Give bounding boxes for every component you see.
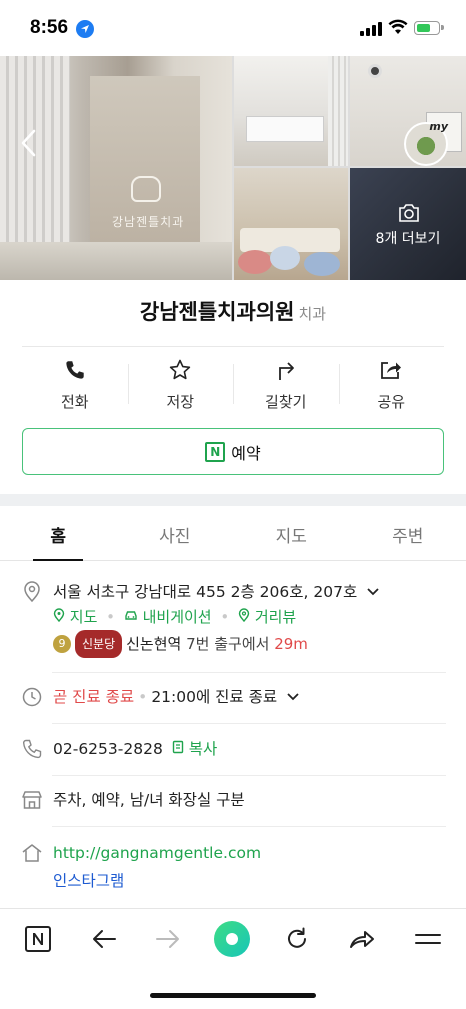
location-pin-icon: [24, 581, 40, 603]
navigation-link[interactable]: 내비게이션: [119, 608, 216, 626]
streetview-link[interactable]: 거리뷰: [233, 608, 296, 626]
instagram-link[interactable]: 인스타그램: [53, 869, 446, 893]
wifi-icon: [388, 19, 408, 34]
station-name: 신논현역: [126, 635, 182, 653]
store-icon: [22, 791, 42, 809]
hours-status: 곧 진료 종료: [53, 688, 135, 706]
tab-nearby[interactable]: 주변: [350, 506, 466, 560]
naver-reservation-icon: N: [205, 441, 226, 462]
more-photos-label: 8개 더보기: [375, 231, 441, 247]
menu-button[interactable]: [412, 923, 444, 955]
arrow-right-icon: [156, 930, 179, 948]
streetview-icon: [238, 608, 250, 623]
battery-icon: [414, 21, 444, 35]
navigation-link-label: 내비게이션: [142, 608, 212, 626]
divider: [52, 723, 446, 724]
cellular-signal-icon: [360, 22, 382, 36]
place-category: 치과: [298, 305, 327, 323]
back-chevron-icon[interactable]: [18, 128, 40, 158]
status-bar: 8:56: [0, 0, 466, 56]
forward-button[interactable]: [152, 923, 184, 955]
copy-icon: [172, 740, 183, 754]
tab-bar: 홈 사진 지도 주변: [0, 506, 466, 561]
divider: [22, 346, 444, 347]
my-profile-avatar[interactable]: my: [404, 120, 448, 166]
call-label: 전화: [60, 393, 89, 411]
naver-n-icon: [25, 926, 51, 952]
my-badge: my: [429, 120, 448, 133]
photo-gallery[interactable]: 강남젠틀치과 8개 더보기 my: [0, 56, 466, 280]
copy-button[interactable]: 복사: [172, 740, 217, 758]
distance-text: 29m: [274, 635, 308, 653]
star-icon: [170, 359, 191, 380]
home-icon: [22, 844, 42, 862]
save-button[interactable]: 저장: [127, 356, 234, 418]
subway-line-badge: 9: [53, 635, 71, 653]
address-toggle[interactable]: 서울 서초구 강남대로 455 2층 206호, 207호: [53, 580, 446, 604]
photo-more[interactable]: 8개 더보기: [350, 168, 466, 280]
divider: [52, 672, 446, 673]
refresh-icon: [288, 927, 306, 948]
chevron-down-icon: [287, 693, 299, 701]
share-page-button[interactable]: [346, 923, 378, 955]
streetview-link-label: 거리뷰: [254, 608, 297, 626]
photo-entrance[interactable]: 강남젠틀치과: [0, 56, 232, 280]
pin-small-icon: [53, 608, 65, 623]
section-gap: [0, 494, 466, 506]
action-bar: 전화 저장 길찾기 공유: [22, 356, 444, 418]
divider: [52, 826, 446, 827]
refresh-button[interactable]: [281, 923, 313, 955]
hamburger-menu-icon: [415, 934, 441, 944]
address-text: 서울 서초구 강남대로 455 2층 206호, 207호: [53, 583, 358, 601]
map-link-label: 지도: [69, 608, 98, 626]
place-title: 강남젠틀치과의원 치과: [0, 296, 466, 326]
map-link[interactable]: 지도: [53, 608, 102, 626]
photo-reception[interactable]: [234, 56, 348, 166]
phone-number[interactable]: 02-6253-2828: [53, 740, 163, 758]
phone-outline-icon: [22, 739, 42, 759]
directions-icon: [278, 362, 294, 380]
amenities-text: 주차, 예약, 남/녀 화장실 구분: [53, 791, 245, 809]
hours-detail: 21:00에 진료 종료: [151, 688, 278, 706]
share-label: 공유: [377, 393, 406, 411]
subway-line-name-badge: 신분당: [75, 630, 123, 658]
clinic-sign-text: 강남젠틀치과: [112, 215, 185, 229]
chevron-down-icon: [367, 588, 379, 596]
clinic-logo-icon: [131, 176, 161, 202]
forward-share-icon: [350, 931, 374, 948]
tab-home[interactable]: 홈: [0, 506, 117, 561]
divider: [52, 775, 446, 776]
tab-photos[interactable]: 사진: [117, 506, 234, 560]
back-button[interactable]: [88, 923, 120, 955]
reserve-label: 예약: [231, 443, 261, 463]
directions-label: 길찾기: [265, 393, 307, 411]
reserve-button[interactable]: N 예약: [22, 428, 444, 475]
green-dot-icon: [214, 921, 250, 957]
tab-map[interactable]: 지도: [233, 506, 350, 560]
share-button[interactable]: 공유: [338, 356, 445, 418]
home-indicator: [150, 993, 316, 998]
clock-icon: [22, 687, 42, 707]
camera-icon: [399, 204, 419, 222]
subway-info: 9 신분당 신논현역 7번 출구에서 29m: [53, 630, 446, 658]
photo-waiting-room[interactable]: [234, 168, 348, 280]
phone-icon: [66, 361, 84, 379]
browser-toolbar: [0, 908, 466, 970]
directions-button[interactable]: 길찾기: [233, 356, 339, 418]
car-icon: [125, 611, 137, 620]
address-links: 지도 • 내비게이션 • 거리뷰: [53, 604, 446, 630]
naver-home-button[interactable]: [22, 923, 54, 955]
location-arrow-icon: [76, 20, 94, 38]
call-button[interactable]: 전화: [22, 356, 128, 418]
green-dot-button[interactable]: [213, 920, 251, 958]
arrow-left-icon: [93, 930, 116, 948]
place-name: 강남젠틀치과의원: [139, 300, 295, 324]
share-icon: [381, 362, 402, 379]
save-label: 저장: [166, 393, 195, 411]
exit-text: 7번 출구에서: [186, 635, 270, 653]
status-time: 8:56: [30, 17, 69, 38]
copy-label: 복사: [188, 740, 218, 758]
website-link[interactable]: http://gangnamgentle.com: [53, 841, 446, 865]
